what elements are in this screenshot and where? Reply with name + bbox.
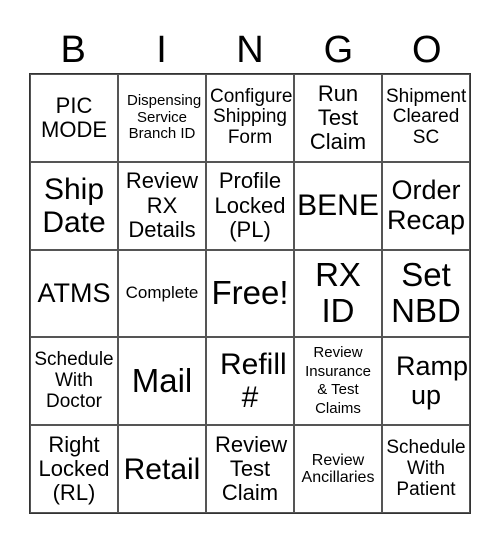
bingo-grid: PIC MODE Dispensing Service Branch ID Co…	[29, 73, 471, 514]
cell-text: Review Insurance & Test Claims	[305, 343, 371, 418]
bingo-cell[interactable]: Set NBD	[382, 249, 470, 338]
cell-text: Ship Date	[42, 172, 106, 239]
bingo-cell[interactable]: Shipment Cleared SC	[382, 74, 470, 162]
bingo-cell[interactable]: Schedule With Doctor	[30, 337, 118, 426]
bingo-cell[interactable]: Schedule With Patient	[382, 425, 470, 513]
bingo-cell[interactable]: Order Recap	[382, 161, 470, 250]
bingo-cell[interactable]: Review Ancillaries	[294, 425, 382, 513]
cell-text: RX ID	[315, 256, 361, 330]
bingo-cell[interactable]: Right Locked (RL)	[30, 425, 118, 513]
cell-text: Mail	[131, 362, 193, 400]
cell-text: Shipment Cleared SC	[386, 85, 467, 149]
cell-text: ATMS	[37, 277, 111, 308]
cell-text: Ramp up	[396, 350, 469, 411]
bingo-cell[interactable]: Review Insurance & Test Claims	[294, 337, 382, 426]
header-letter-n: N	[236, 29, 264, 71]
cell-text: Order Recap	[386, 175, 466, 235]
bingo-cell[interactable]: PIC MODE	[30, 74, 118, 162]
cell-text: Schedule With Doctor	[34, 348, 114, 412]
cell-text: Review Ancillaries	[301, 451, 375, 487]
cell-text: Review RX Details	[125, 168, 199, 242]
cell-text: Complete	[125, 283, 199, 303]
bingo-cell[interactable]: Ramp up	[382, 337, 470, 426]
bingo-cell[interactable]: Profile Locked (PL)	[206, 161, 294, 250]
bingo-cell[interactable]: Configure Shipping Form	[206, 74, 294, 162]
free-space-cell[interactable]: Free!	[206, 249, 294, 338]
cell-text: Profile Locked (PL)	[214, 168, 286, 242]
bingo-cell[interactable]: Complete	[118, 249, 206, 338]
bingo-cell[interactable]: Retail	[118, 425, 206, 513]
cell-text: Review Test Claim	[215, 431, 288, 506]
bingo-cell[interactable]: Run Test Claim	[294, 74, 382, 162]
bingo-cell[interactable]: Review Test Claim	[206, 425, 294, 513]
cell-text: Retail	[123, 452, 201, 486]
bingo-cell[interactable]: RX ID	[294, 249, 382, 338]
bingo-cell[interactable]: Review RX Details	[118, 161, 206, 250]
header-letter-i: I	[156, 29, 167, 71]
cell-text: Set NBD	[391, 256, 461, 330]
cell-text: BENE	[297, 189, 379, 223]
bingo-cell[interactable]: Refill #	[206, 337, 294, 426]
cell-text: Run Test Claim	[309, 80, 367, 154]
bingo-cell[interactable]: ATMS	[30, 249, 118, 338]
bingo-cell[interactable]: Mail	[118, 337, 206, 426]
header-letter-o: O	[411, 29, 442, 71]
cell-text: Schedule With Patient	[386, 436, 466, 500]
bingo-cell[interactable]: Ship Date	[30, 161, 118, 250]
bingo-cell[interactable]: BENE	[294, 161, 382, 250]
bingo-header: B I N G O	[29, 28, 471, 73]
cell-text: PIC MODE	[41, 92, 107, 142]
bingo-cell[interactable]: Dispensing Service Branch ID	[118, 74, 206, 162]
cell-text: Free!	[211, 274, 289, 312]
header-letter-b: B	[60, 29, 86, 71]
cell-text: Dispensing Service Branch ID	[127, 92, 202, 143]
cell-text: Refill #	[220, 348, 287, 415]
cell-text: Right Locked (RL)	[38, 431, 110, 506]
header-letter-g: G	[323, 29, 354, 71]
cell-text: Configure Shipping Form	[210, 85, 293, 149]
